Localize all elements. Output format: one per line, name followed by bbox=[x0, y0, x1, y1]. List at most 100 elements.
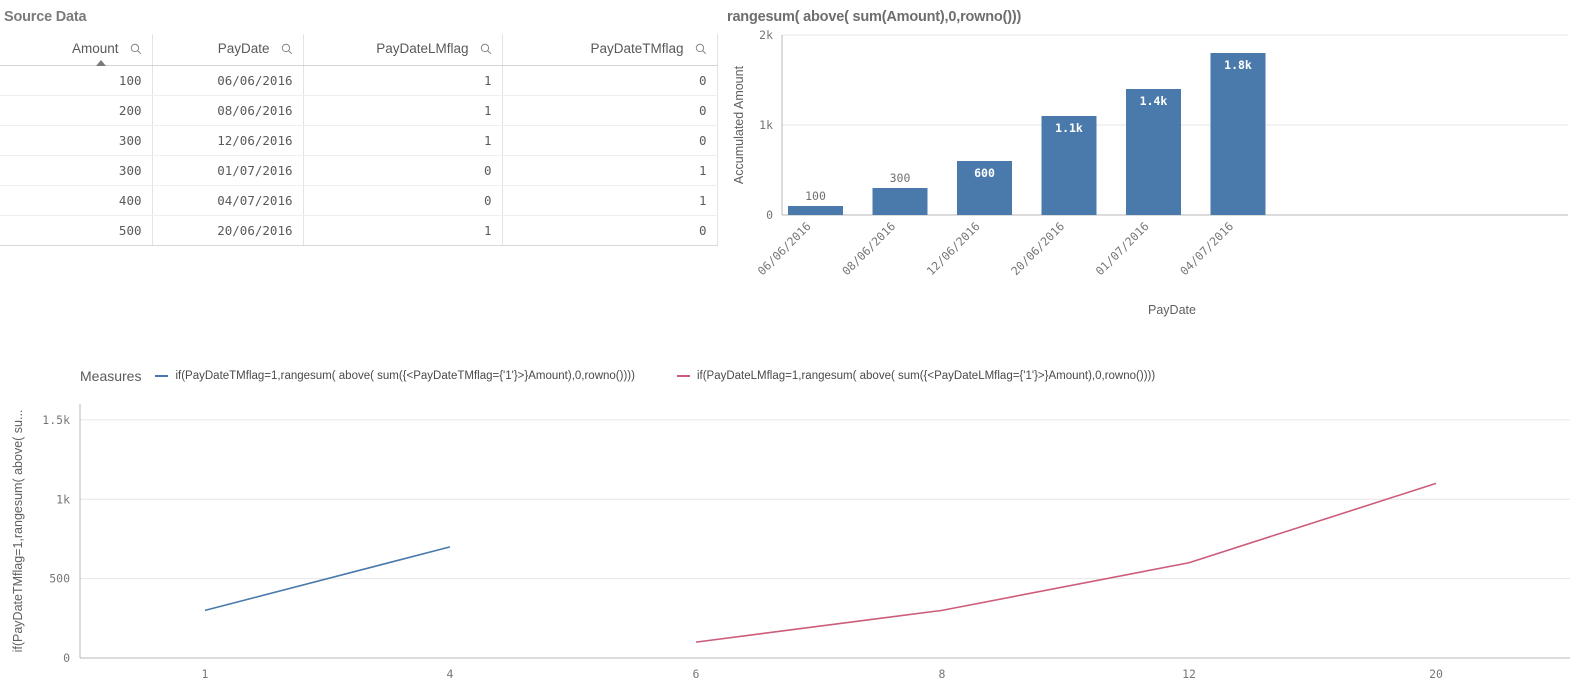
table-body: 100 06/06/2016 1 0 200 08/06/2016 1 0 300 12/06/2… bbox=[0, 65, 718, 246]
table-cell[interactable]: 1 bbox=[303, 95, 503, 126]
table-cell[interactable]: 1 bbox=[502, 185, 718, 216]
bar-value-label: 1.4k bbox=[1140, 94, 1168, 108]
column-header-label: PayDate bbox=[217, 41, 270, 56]
legend-label: if(PayDateTMflag=1,rangesum( above( sum(… bbox=[175, 370, 635, 382]
accumulated-amount-bar-chart-panel: rangesum( above( sum(Amount),0,rowno()))… bbox=[725, 0, 1578, 345]
table-cell[interactable]: 300 bbox=[0, 155, 153, 186]
table-row[interactable]: 100 06/06/2016 1 0 bbox=[0, 65, 718, 96]
table-row[interactable]: 400 04/07/2016 0 1 bbox=[0, 185, 718, 216]
line-y-tick-label: 1.5k bbox=[42, 413, 70, 427]
legend-label: if(PayDateLMflag=1,rangesum( above( sum(… bbox=[696, 370, 1156, 382]
line-y-tick-label: 500 bbox=[49, 572, 70, 586]
table-cell[interactable]: 400 bbox=[0, 185, 153, 216]
column-header-paydatelmflag[interactable]: PayDateLMflag bbox=[303, 34, 503, 66]
line-chart-legend: Measures if(PayDateTMflag=1,rangesum( ab… bbox=[80, 368, 1155, 384]
bar-y-tick-label: 0 bbox=[766, 208, 773, 222]
table-cell[interactable]: 12/06/2016 bbox=[152, 125, 304, 156]
svg-text:20/06/2016: 20/06/2016 bbox=[1008, 219, 1067, 278]
table-cell[interactable]: 1 bbox=[502, 155, 718, 186]
bar-x-tick-label[interactable]: 04/07/2016 bbox=[1177, 219, 1236, 278]
table-cell[interactable]: 0 bbox=[502, 65, 718, 96]
table-cell[interactable]: 06/06/2016 bbox=[152, 65, 304, 96]
source-data-title: Source Data bbox=[4, 9, 87, 25]
search-icon[interactable] bbox=[281, 43, 293, 55]
column-header-label: Amount bbox=[71, 41, 119, 56]
table-row[interactable]: 300 01/07/2016 0 1 bbox=[0, 155, 718, 186]
search-icon[interactable] bbox=[480, 43, 492, 55]
bar[interactable] bbox=[872, 188, 928, 215]
table-cell[interactable]: 0 bbox=[502, 125, 718, 156]
column-header-label: PayDateTMflag bbox=[590, 41, 684, 56]
table-cell[interactable]: 20/06/2016 bbox=[152, 215, 304, 246]
measures-line-chart-panel: Measures if(PayDateTMflag=1,rangesum( ab… bbox=[0, 358, 1578, 689]
table-cell[interactable]: 200 bbox=[0, 95, 153, 126]
svg-text:06/06/2016: 06/06/2016 bbox=[755, 219, 814, 278]
table-cell[interactable]: 0 bbox=[303, 185, 503, 216]
bar-value-label: 600 bbox=[974, 166, 995, 180]
bar-x-tick-label[interactable]: 20/06/2016 bbox=[1008, 219, 1067, 278]
table-cell[interactable]: 0 bbox=[303, 155, 503, 186]
line-x-tick-label[interactable]: 1 bbox=[202, 667, 209, 681]
line-x-tick-label[interactable]: 20 bbox=[1429, 667, 1443, 681]
column-header-paydatetmflag[interactable]: PayDateTMflag bbox=[502, 34, 718, 66]
bar-y-tick-label: 1k bbox=[759, 118, 773, 132]
bar-chart-title: rangesum( above( sum(Amount),0,rowno())) bbox=[727, 9, 1022, 25]
line-x-tick-label[interactable]: 8 bbox=[939, 667, 946, 681]
bar-x-tick-label[interactable]: 12/06/2016 bbox=[924, 219, 983, 278]
svg-text:08/06/2016: 08/06/2016 bbox=[839, 219, 898, 278]
bar-x-axis-title: PayDate bbox=[1148, 303, 1196, 317]
bar-x-tick-label[interactable]: 08/06/2016 bbox=[839, 219, 898, 278]
table-header-row: Amount PayDate PayDateLMflag PayDateTMfl… bbox=[0, 34, 718, 66]
source-data-table: Amount PayDate PayDateLMflag PayDateTMfl… bbox=[0, 34, 718, 246]
legend-title: Measures bbox=[80, 368, 142, 384]
table-row[interactable]: 300 12/06/2016 1 0 bbox=[0, 125, 718, 156]
source-data-panel: Source Data Amount PayDate PayDateLMflag… bbox=[0, 0, 720, 250]
bar[interactable] bbox=[1210, 53, 1266, 215]
line-series-lmflag[interactable] bbox=[695, 482, 1437, 643]
svg-text:12/06/2016: 12/06/2016 bbox=[924, 219, 983, 278]
table-cell[interactable]: 1 bbox=[303, 125, 503, 156]
search-icon[interactable] bbox=[695, 43, 707, 55]
column-header-label: PayDateLMflag bbox=[376, 41, 469, 56]
table-row[interactable]: 200 08/06/2016 1 0 bbox=[0, 95, 718, 126]
legend-entry-lmflag[interactable]: if(PayDateLMflag=1,rangesum( above( sum(… bbox=[676, 370, 1156, 382]
table-cell[interactable]: 100 bbox=[0, 65, 153, 96]
table-cell[interactable]: 04/07/2016 bbox=[152, 185, 304, 216]
table-row[interactable]: 500 20/06/2016 1 0 bbox=[0, 215, 718, 246]
table-cell[interactable]: 300 bbox=[0, 125, 153, 156]
svg-text:01/07/2016: 01/07/2016 bbox=[1093, 219, 1152, 278]
line-y-axis-title: if(PayDateTMflag=1,rangesum( above( su..… bbox=[11, 410, 25, 653]
bar-chart-svg[interactable]: 0 1k 2k 100 06/06/2016 300 08/06/2016 600 12/06/… bbox=[725, 25, 1578, 335]
line-x-tick-label[interactable]: 12 bbox=[1182, 667, 1196, 681]
bar-value-label: 100 bbox=[805, 189, 826, 203]
line-chart-svg[interactable]: 0 500 1k 1.5k 1 4 6 8 12 20 if(PayDateTMflag=1,ran… bbox=[0, 396, 1578, 686]
bar-y-tick-label: 2k bbox=[759, 28, 773, 42]
line-x-tick-label[interactable]: 4 bbox=[447, 667, 454, 681]
bar[interactable] bbox=[788, 206, 843, 215]
dashboard-root: Source Data Amount PayDate PayDateLMflag… bbox=[0, 0, 1578, 689]
table-cell[interactable]: 500 bbox=[0, 215, 153, 246]
bar-value-label: 1.1k bbox=[1055, 121, 1083, 135]
sort-ascending-icon bbox=[95, 60, 106, 66]
line-y-tick-label: 1k bbox=[56, 492, 70, 506]
bar-x-tick-label[interactable]: 01/07/2016 bbox=[1093, 219, 1152, 278]
table-cell[interactable]: 0 bbox=[502, 215, 718, 246]
table-cell[interactable]: 01/07/2016 bbox=[152, 155, 304, 186]
svg-text:04/07/2016: 04/07/2016 bbox=[1177, 219, 1236, 278]
legend-swatch-red bbox=[676, 375, 690, 377]
table-cell[interactable]: 1 bbox=[303, 65, 503, 96]
bar-value-label: 1.8k bbox=[1224, 58, 1252, 72]
table-cell[interactable]: 0 bbox=[502, 95, 718, 126]
table-cell[interactable]: 1 bbox=[303, 215, 503, 246]
bar-y-axis-title: Accumulated Amount bbox=[732, 65, 746, 184]
legend-swatch-blue bbox=[155, 375, 169, 377]
bar-x-tick-label[interactable]: 06/06/2016 bbox=[755, 219, 814, 278]
line-y-tick-label: 0 bbox=[63, 651, 70, 665]
line-x-tick-label[interactable]: 6 bbox=[693, 667, 700, 681]
column-header-paydate[interactable]: PayDate bbox=[152, 34, 304, 66]
search-icon[interactable] bbox=[130, 43, 142, 55]
legend-entry-tmflag[interactable]: if(PayDateTMflag=1,rangesum( above( sum(… bbox=[155, 370, 635, 382]
column-header-amount[interactable]: Amount bbox=[0, 34, 153, 66]
table-cell[interactable]: 08/06/2016 bbox=[152, 95, 304, 126]
bar-value-label: 300 bbox=[890, 171, 911, 185]
